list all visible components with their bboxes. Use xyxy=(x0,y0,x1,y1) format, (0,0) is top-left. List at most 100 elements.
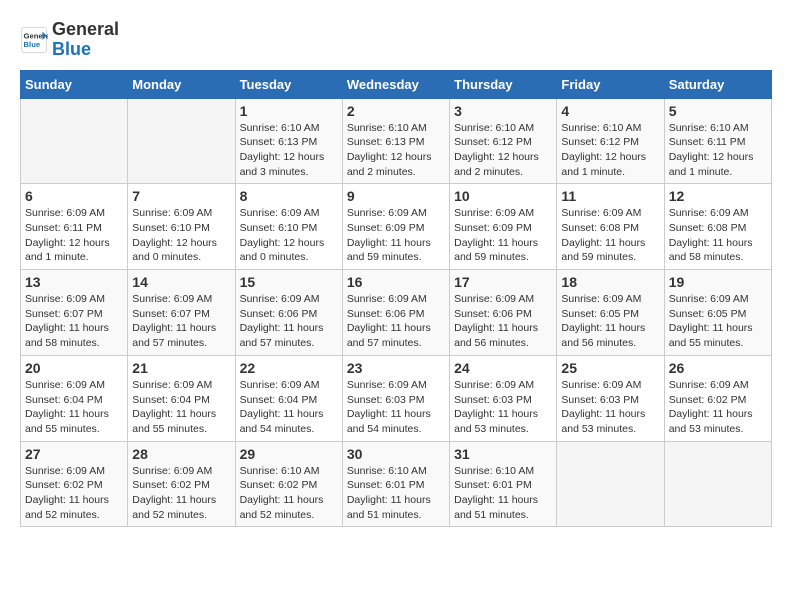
calendar-cell: 8 Sunrise: 6:09 AM Sunset: 6:10 PM Daylig… xyxy=(235,184,342,270)
day-info: Sunrise: 6:10 AM Sunset: 6:01 PM Dayligh… xyxy=(454,464,552,523)
svg-text:Blue: Blue xyxy=(24,40,41,49)
day-info: Sunrise: 6:09 AM Sunset: 6:10 PM Dayligh… xyxy=(240,206,338,265)
weekday-header-tuesday: Tuesday xyxy=(235,70,342,98)
day-info: Sunrise: 6:10 AM Sunset: 6:13 PM Dayligh… xyxy=(240,121,338,180)
calendar-cell: 30 Sunrise: 6:10 AM Sunset: 6:01 PM Dayli… xyxy=(342,441,449,527)
calendar-cell: 21 Sunrise: 6:09 AM Sunset: 6:04 PM Dayli… xyxy=(128,355,235,441)
day-number: 26 xyxy=(669,360,767,376)
day-info: Sunrise: 6:09 AM Sunset: 6:06 PM Dayligh… xyxy=(347,292,445,351)
day-number: 28 xyxy=(132,446,230,462)
day-info: Sunrise: 6:09 AM Sunset: 6:07 PM Dayligh… xyxy=(132,292,230,351)
calendar-cell: 9 Sunrise: 6:09 AM Sunset: 6:09 PM Daylig… xyxy=(342,184,449,270)
weekday-header-thursday: Thursday xyxy=(450,70,557,98)
page-header: General Blue General Blue xyxy=(20,20,772,60)
day-number: 17 xyxy=(454,274,552,290)
day-number: 11 xyxy=(561,188,659,204)
calendar-cell: 4 Sunrise: 6:10 AM Sunset: 6:12 PM Daylig… xyxy=(557,98,664,184)
calendar-cell: 14 Sunrise: 6:09 AM Sunset: 6:07 PM Dayli… xyxy=(128,270,235,356)
day-number: 16 xyxy=(347,274,445,290)
day-number: 14 xyxy=(132,274,230,290)
day-info: Sunrise: 6:09 AM Sunset: 6:06 PM Dayligh… xyxy=(454,292,552,351)
day-info: Sunrise: 6:10 AM Sunset: 6:12 PM Dayligh… xyxy=(454,121,552,180)
calendar-cell: 24 Sunrise: 6:09 AM Sunset: 6:03 PM Dayli… xyxy=(450,355,557,441)
weekday-header-friday: Friday xyxy=(557,70,664,98)
day-info: Sunrise: 6:10 AM Sunset: 6:11 PM Dayligh… xyxy=(669,121,767,180)
calendar-cell: 31 Sunrise: 6:10 AM Sunset: 6:01 PM Dayli… xyxy=(450,441,557,527)
week-row-1: 1 Sunrise: 6:10 AM Sunset: 6:13 PM Daylig… xyxy=(21,98,772,184)
day-number: 7 xyxy=(132,188,230,204)
calendar-cell: 2Sunrise: 6:10 AM Sunset: 6:13 PM Daylig… xyxy=(342,98,449,184)
calendar-cell: 5 Sunrise: 6:10 AM Sunset: 6:11 PM Daylig… xyxy=(664,98,771,184)
calendar-cell: 23Sunrise: 6:09 AM Sunset: 6:03 PM Dayli… xyxy=(342,355,449,441)
day-info: Sunrise: 6:09 AM Sunset: 6:06 PM Dayligh… xyxy=(240,292,338,351)
day-number: 10 xyxy=(454,188,552,204)
calendar-cell: 25 Sunrise: 6:09 AM Sunset: 6:03 PM Dayli… xyxy=(557,355,664,441)
day-number: 13 xyxy=(25,274,123,290)
day-number: 31 xyxy=(454,446,552,462)
day-number: 9 xyxy=(347,188,445,204)
day-info: Sunrise: 6:09 AM Sunset: 6:02 PM Dayligh… xyxy=(669,378,767,437)
weekday-header-saturday: Saturday xyxy=(664,70,771,98)
day-info: Sunrise: 6:09 AM Sunset: 6:03 PM Dayligh… xyxy=(454,378,552,437)
day-number: 20 xyxy=(25,360,123,376)
calendar-cell xyxy=(557,441,664,527)
calendar-cell: 1 Sunrise: 6:10 AM Sunset: 6:13 PM Daylig… xyxy=(235,98,342,184)
week-row-3: 13 Sunrise: 6:09 AM Sunset: 6:07 PM Dayli… xyxy=(21,270,772,356)
day-info: Sunrise: 6:09 AM Sunset: 6:02 PM Dayligh… xyxy=(132,464,230,523)
day-info: Sunrise: 6:09 AM Sunset: 6:05 PM Dayligh… xyxy=(561,292,659,351)
calendar-cell xyxy=(128,98,235,184)
day-info: Sunrise: 6:09 AM Sunset: 6:08 PM Dayligh… xyxy=(561,206,659,265)
calendar-cell xyxy=(21,98,128,184)
day-info: Sunrise: 6:09 AM Sunset: 6:03 PM Dayligh… xyxy=(561,378,659,437)
weekday-header-row: SundayMondayTuesdayWednesdayThursdayFrid… xyxy=(21,70,772,98)
day-info: Sunrise: 6:09 AM Sunset: 6:04 PM Dayligh… xyxy=(132,378,230,437)
weekday-header-monday: Monday xyxy=(128,70,235,98)
day-number: 3 xyxy=(454,103,552,119)
day-number: 21 xyxy=(132,360,230,376)
calendar-cell: 22Sunrise: 6:09 AM Sunset: 6:04 PM Dayli… xyxy=(235,355,342,441)
day-number: 15 xyxy=(240,274,338,290)
day-info: Sunrise: 6:09 AM Sunset: 6:02 PM Dayligh… xyxy=(25,464,123,523)
day-info: Sunrise: 6:10 AM Sunset: 6:01 PM Dayligh… xyxy=(347,464,445,523)
day-info: Sunrise: 6:09 AM Sunset: 6:03 PM Dayligh… xyxy=(347,378,445,437)
day-number: 19 xyxy=(669,274,767,290)
day-number: 5 xyxy=(669,103,767,119)
day-number: 1 xyxy=(240,103,338,119)
day-info: Sunrise: 6:10 AM Sunset: 6:13 PM Dayligh… xyxy=(347,121,445,180)
day-number: 6 xyxy=(25,188,123,204)
calendar-cell: 11 Sunrise: 6:09 AM Sunset: 6:08 PM Dayli… xyxy=(557,184,664,270)
logo-icon: General Blue xyxy=(20,26,48,54)
day-number: 8 xyxy=(240,188,338,204)
day-number: 30 xyxy=(347,446,445,462)
day-info: Sunrise: 6:09 AM Sunset: 6:09 PM Dayligh… xyxy=(454,206,552,265)
day-number: 12 xyxy=(669,188,767,204)
day-info: Sunrise: 6:09 AM Sunset: 6:10 PM Dayligh… xyxy=(132,206,230,265)
day-number: 25 xyxy=(561,360,659,376)
day-info: Sunrise: 6:09 AM Sunset: 6:09 PM Dayligh… xyxy=(347,206,445,265)
calendar-cell: 15 Sunrise: 6:09 AM Sunset: 6:06 PM Dayli… xyxy=(235,270,342,356)
calendar-cell: 17 Sunrise: 6:09 AM Sunset: 6:06 PM Dayli… xyxy=(450,270,557,356)
day-info: Sunrise: 6:10 AM Sunset: 6:12 PM Dayligh… xyxy=(561,121,659,180)
calendar-cell: 12 Sunrise: 6:09 AM Sunset: 6:08 PM Dayli… xyxy=(664,184,771,270)
day-info: Sunrise: 6:09 AM Sunset: 6:07 PM Dayligh… xyxy=(25,292,123,351)
calendar-cell: 13 Sunrise: 6:09 AM Sunset: 6:07 PM Dayli… xyxy=(21,270,128,356)
calendar-table: SundayMondayTuesdayWednesdayThursdayFrid… xyxy=(20,70,772,528)
calendar-cell: 16 Sunrise: 6:09 AM Sunset: 6:06 PM Dayli… xyxy=(342,270,449,356)
day-info: Sunrise: 6:09 AM Sunset: 6:11 PM Dayligh… xyxy=(25,206,123,265)
week-row-5: 27Sunrise: 6:09 AM Sunset: 6:02 PM Dayli… xyxy=(21,441,772,527)
day-info: Sunrise: 6:09 AM Sunset: 6:08 PM Dayligh… xyxy=(669,206,767,265)
logo-text: General Blue xyxy=(52,20,119,60)
calendar-cell xyxy=(664,441,771,527)
day-number: 4 xyxy=(561,103,659,119)
week-row-4: 20 Sunrise: 6:09 AM Sunset: 6:04 PM Dayli… xyxy=(21,355,772,441)
weekday-header-sunday: Sunday xyxy=(21,70,128,98)
weekday-header-wednesday: Wednesday xyxy=(342,70,449,98)
calendar-cell: 29Sunrise: 6:10 AM Sunset: 6:02 PM Dayli… xyxy=(235,441,342,527)
calendar-cell: 19Sunrise: 6:09 AM Sunset: 6:05 PM Dayli… xyxy=(664,270,771,356)
calendar-cell: 7 Sunrise: 6:09 AM Sunset: 6:10 PM Daylig… xyxy=(128,184,235,270)
calendar-cell: 18 Sunrise: 6:09 AM Sunset: 6:05 PM Dayli… xyxy=(557,270,664,356)
day-number: 24 xyxy=(454,360,552,376)
day-number: 18 xyxy=(561,274,659,290)
calendar-cell: 26 Sunrise: 6:09 AM Sunset: 6:02 PM Dayli… xyxy=(664,355,771,441)
day-info: Sunrise: 6:10 AM Sunset: 6:02 PM Dayligh… xyxy=(240,464,338,523)
